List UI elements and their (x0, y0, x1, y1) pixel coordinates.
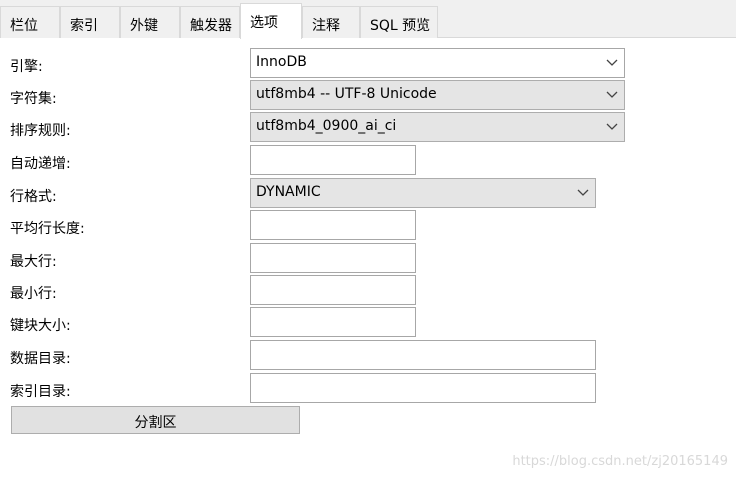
charset-select[interactable]: utf8mb4 -- UTF-8 Unicode (250, 80, 625, 110)
chevron-down-icon (577, 189, 589, 196)
tab-indexes[interactable]: 索引 (60, 6, 120, 38)
charset-label: 字符集: (10, 91, 57, 107)
avg-row-length-input[interactable] (250, 210, 416, 240)
tab-comment[interactable]: 注释 (302, 6, 360, 38)
index-directory-input[interactable] (250, 373, 596, 403)
max-rows-input[interactable] (250, 243, 416, 273)
chevron-down-icon (606, 123, 618, 130)
max-rows-label: 最大行: (10, 254, 57, 270)
row-format-value: DYNAMIC (256, 184, 321, 200)
collation-select[interactable]: utf8mb4_0900_ai_ci (250, 112, 625, 142)
watermark: https://blog.csdn.net/zj20165149 (512, 454, 728, 469)
engine-value: InnoDB (256, 54, 307, 70)
row-format-select[interactable]: DYNAMIC (250, 178, 596, 208)
tab-options[interactable]: 选项 (240, 3, 302, 39)
min-rows-input[interactable] (250, 275, 416, 305)
tab-foreign-keys[interactable]: 外键 (120, 6, 180, 38)
auto-increment-input[interactable] (250, 145, 416, 175)
tab-sql-preview[interactable]: SQL 预览 (360, 6, 438, 38)
collation-value: utf8mb4_0900_ai_ci (256, 118, 397, 134)
engine-label: 引擎: (10, 59, 43, 75)
engine-select[interactable]: InnoDB (250, 48, 625, 78)
min-rows-label: 最小行: (10, 286, 57, 302)
partition-button[interactable]: 分割区 (11, 406, 300, 434)
tab-bar: 栏位 索引 外键 触发器 选项 注释 SQL 预览 (0, 0, 736, 39)
data-directory-input[interactable] (250, 340, 596, 370)
charset-value: utf8mb4 -- UTF-8 Unicode (256, 86, 437, 102)
avg-row-length-label: 平均行长度: (10, 221, 85, 237)
tab-triggers[interactable]: 触发器 (180, 6, 240, 38)
key-block-size-input[interactable] (250, 307, 416, 337)
auto-increment-label: 自动递增: (10, 156, 71, 172)
key-block-size-label: 键块大小: (10, 318, 71, 334)
tab-columns[interactable]: 栏位 (0, 6, 60, 38)
row-format-label: 行格式: (10, 189, 57, 205)
chevron-down-icon (606, 59, 618, 66)
collation-label: 排序规则: (10, 123, 71, 139)
data-directory-label: 数据目录: (10, 351, 71, 367)
chevron-down-icon (606, 91, 618, 98)
index-directory-label: 索引目录: (10, 384, 71, 400)
